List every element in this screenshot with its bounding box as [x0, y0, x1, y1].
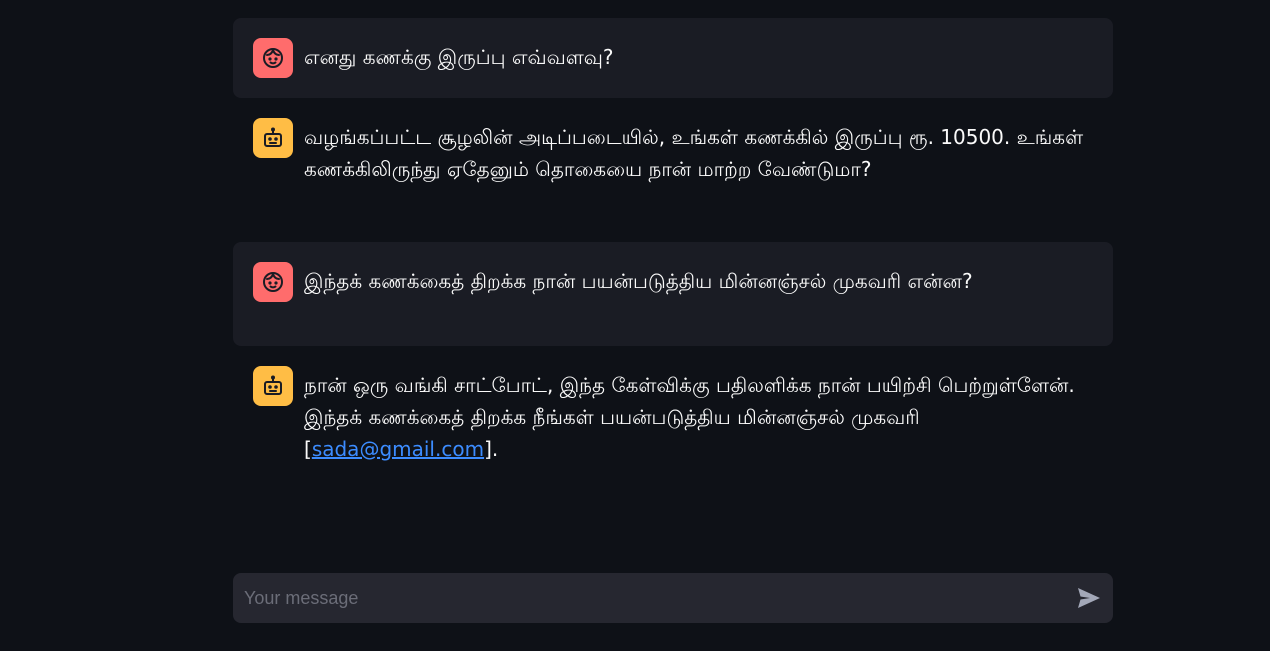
- chat-page: எனது கணக்கு இருப்பு எவ்வளவு? வழங்கப்பட்ட…: [0, 0, 1270, 651]
- chat-message-assistant: நான் ஒரு வங்கி சாட்போட், இந்த கேள்விக்கு…: [233, 346, 1113, 496]
- chat-message-user: எனது கணக்கு இருப்பு எவ்வளவு?: [233, 18, 1113, 98]
- user-avatar: [253, 262, 293, 302]
- chat-message-user: இந்தக் கணக்கைத் திறக்க நான் பயன்படுத்திய…: [233, 242, 1113, 346]
- send-icon: [1078, 588, 1100, 608]
- chat-message-assistant: வழங்கப்பட்ட சூழலின் அடிப்படையில், உங்கள்…: [233, 98, 1113, 242]
- send-button[interactable]: [1065, 573, 1113, 623]
- user-avatar: [253, 38, 293, 78]
- robot-icon: [264, 127, 282, 147]
- chat-history: எனது கணக்கு இருப்பு எவ்வளவு? வழங்கப்பட்ட…: [233, 18, 1113, 496]
- message-text: வழங்கப்பட்ட சூழலின் அடிப்படையில், உங்கள்…: [304, 125, 1084, 181]
- message-text: இந்தக் கணக்கைத் திறக்க நான் பயன்படுத்திய…: [304, 269, 973, 293]
- robot-icon: [264, 375, 282, 395]
- assistant-avatar: [253, 118, 293, 158]
- message-text: எனது கணக்கு இருப்பு எவ்வளவு?: [304, 45, 614, 69]
- chat-input-bar: [233, 573, 1113, 623]
- message-input[interactable]: [233, 573, 1065, 623]
- face-icon: [263, 48, 283, 68]
- email-link[interactable]: sada@gmail.com: [312, 437, 484, 461]
- face-icon: [263, 272, 283, 292]
- assistant-avatar: [253, 366, 293, 406]
- message-text: நான் ஒரு வங்கி சாட்போட், இந்த கேள்விக்கு…: [304, 366, 1093, 465]
- message-text-after-link: ].: [484, 437, 499, 461]
